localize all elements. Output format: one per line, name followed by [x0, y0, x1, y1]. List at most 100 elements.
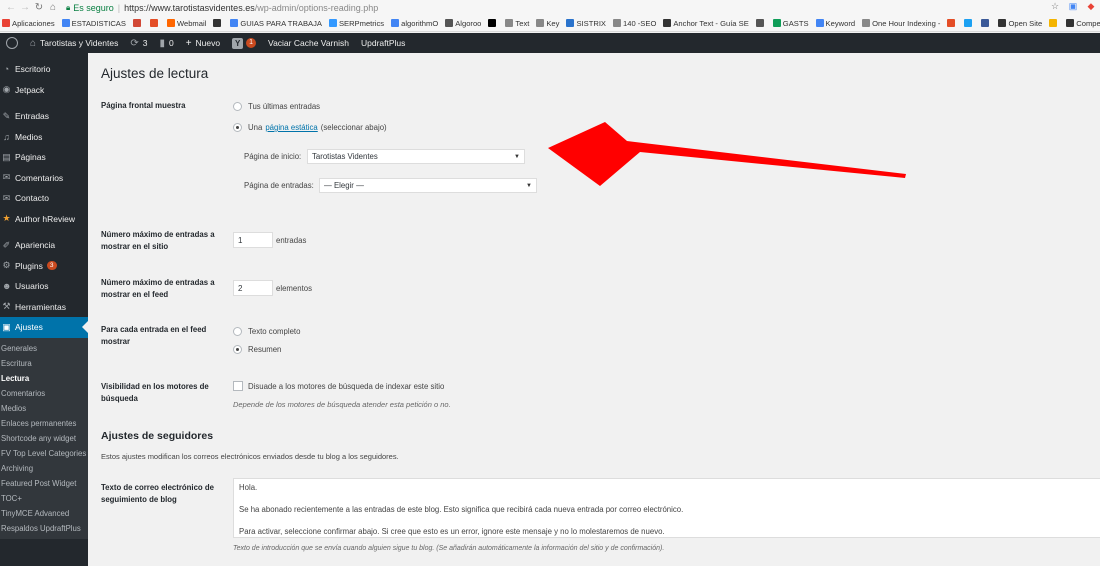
- submenu-tinymce[interactable]: TinyMCE Advanced: [0, 506, 88, 521]
- bookmark-item[interactable]: Anchor Text - Guía SE: [663, 19, 749, 28]
- submenu-enlaces-permanentes[interactable]: Enlaces permanentes: [0, 416, 88, 431]
- discourage-search-checkbox[interactable]: [233, 381, 243, 391]
- submenu-comentarios[interactable]: Comentarios: [0, 386, 88, 401]
- site-name-menu[interactable]: ⌂ Tarotistas y Videntes: [24, 33, 124, 53]
- settings-submenu: Generales Escritura Lectura Comentarios …: [0, 337, 88, 539]
- email-text-help: Texto de introducción que se envía cuand…: [233, 545, 665, 552]
- static-page-link[interactable]: página estática: [265, 123, 317, 132]
- bookmark-item[interactable]: One Hour Indexing -: [862, 19, 940, 28]
- bookmark-item[interactable]: [132, 19, 143, 27]
- sidebar-item-entradas[interactable]: ✎ Entradas: [0, 106, 88, 127]
- radio-static-page-circle[interactable]: [233, 123, 242, 132]
- posts-per-page-input[interactable]: 1: [233, 232, 273, 248]
- submenu-medios[interactable]: Medios: [0, 401, 88, 416]
- dashboard-icon: ◔: [3, 64, 10, 75]
- bookmark-item[interactable]: Keyword: [815, 19, 855, 28]
- submenu-lectura[interactable]: Lectura: [0, 371, 88, 386]
- bookmark-item[interactable]: ESTADISTICAS: [61, 19, 126, 28]
- translate-icon[interactable]: ▣: [1068, 1, 1078, 12]
- forward-icon[interactable]: →: [18, 2, 32, 13]
- plugin-icon: ⚙: [2, 260, 11, 271]
- bookmark-item[interactable]: Webmail: [166, 19, 206, 28]
- home-icon[interactable]: ⌂: [46, 2, 60, 13]
- new-content-menu[interactable]: + Nuevo: [180, 33, 226, 53]
- submenu-updraftplus[interactable]: Respaldos UpdraftPlus: [0, 521, 88, 536]
- updraft-menu[interactable]: UpdraftPlus: [355, 33, 411, 53]
- yoast-menu[interactable]: Y1: [226, 33, 262, 53]
- varnish-menu[interactable]: Vaciar Cache Varnish: [262, 33, 355, 53]
- bookmark-favicon-icon: [149, 19, 158, 27]
- bookmark-item[interactable]: Open Site: [998, 19, 1042, 28]
- varnish-label: Vaciar Cache Varnish: [268, 38, 349, 48]
- bookmark-item[interactable]: Key: [536, 19, 559, 28]
- wp-logo-menu[interactable]: [0, 33, 24, 53]
- updraft-label: UpdraftPlus: [360, 38, 406, 48]
- sidebar-item-comentarios[interactable]: ✉ Comentarios: [0, 168, 88, 189]
- sidebar-item-plugins[interactable]: ⚙ Plugins 3: [0, 256, 88, 277]
- bookmark-item[interactable]: Competitor: [1066, 19, 1100, 28]
- email-text-textarea[interactable]: Hola. Se ha abonado recientemente a las …: [233, 478, 1100, 538]
- bookmark-item[interactable]: [981, 19, 991, 27]
- submenu-fv-top-level[interactable]: FV Top Level Categories: [0, 446, 88, 461]
- extension-icon[interactable]: ◆: [1086, 1, 1096, 12]
- bookmark-label: 140 -SEO: [623, 18, 657, 28]
- radio-static-page[interactable]: Una página estática (seleccionar abajo): [233, 123, 387, 132]
- updates-menu[interactable]: ⟳ 3: [124, 33, 153, 53]
- bookmark-item[interactable]: GASTS: [772, 19, 809, 28]
- submenu-toc[interactable]: TOC+: [0, 491, 88, 506]
- bookmark-item[interactable]: SERPmetrics: [328, 19, 384, 28]
- submenu-shortcode-widget[interactable]: Shortcode any widget: [0, 431, 88, 446]
- sidebar-item-usuarios[interactable]: ☻ Usuarios: [0, 276, 88, 297]
- wrench-icon: ⚒: [2, 301, 11, 312]
- bookmark-item[interactable]: Aplicaciones: [2, 19, 55, 28]
- sidebar-item-contacto[interactable]: ✉ Contacto: [0, 188, 88, 209]
- bookmark-item[interactable]: [149, 19, 160, 27]
- bookmark-label: Algoroo: [455, 18, 482, 28]
- visibility-label: Visibilidad en los motores de búsqueda: [101, 382, 209, 403]
- sidebar-item-herramientas[interactable]: ⚒ Herramientas: [0, 297, 88, 318]
- front-page-label: Página frontal muestra: [101, 101, 186, 110]
- page-icon: ▤: [2, 151, 11, 162]
- bookmark-item[interactable]: [488, 19, 498, 27]
- sidebar-item-author-hreview[interactable]: ★ Author hReview: [0, 209, 88, 230]
- address-bar[interactable]: 🔒︎ Es seguro | https://www.tarotistasvid…: [66, 1, 378, 14]
- bookmark-item[interactable]: Algoroo: [445, 19, 481, 28]
- sidebar-item-escritorio[interactable]: ◔ Escritorio: [0, 59, 88, 80]
- bookmark-item[interactable]: algorithmO: [391, 19, 438, 28]
- radio-latest-posts-circle[interactable]: [233, 102, 242, 111]
- bookmark-item[interactable]: SISTRIX: [566, 19, 606, 28]
- comments-menu[interactable]: ▮ 0: [153, 33, 179, 53]
- star-icon: ★: [2, 213, 11, 224]
- submenu-escritura[interactable]: Escritura: [0, 356, 88, 371]
- bookmark-item[interactable]: [1049, 19, 1059, 27]
- radio-summary[interactable]: Resumen: [233, 345, 281, 354]
- home-page-select[interactable]: Tarotistas Videntes ▼: [307, 149, 525, 164]
- subscribers-description: Estos ajustes modifican los correos elec…: [101, 452, 399, 461]
- bookmark-item[interactable]: [964, 19, 974, 27]
- bookmark-item[interactable]: [213, 19, 223, 27]
- bookmark-star-icon[interactable]: ☆: [1050, 1, 1060, 12]
- posts-page-select[interactable]: — Elegir — ▼: [319, 178, 537, 193]
- user-icon: ☻: [2, 281, 12, 292]
- radio-summary-circle[interactable]: [233, 345, 242, 354]
- bookmark-item[interactable]: 140 -SEO: [613, 19, 656, 28]
- reload-icon[interactable]: ↻: [32, 2, 46, 13]
- sidebar-item-paginas[interactable]: ▤ Páginas: [0, 147, 88, 168]
- radio-full-text[interactable]: Texto completo: [233, 327, 300, 336]
- bookmark-item[interactable]: GUIAS PARA TRABAJA: [230, 19, 322, 28]
- back-icon[interactable]: ←: [4, 2, 18, 13]
- sidebar-item-ajustes[interactable]: ▣ Ajustes: [0, 317, 88, 338]
- radio-full-text-circle[interactable]: [233, 327, 242, 336]
- submenu-featured-post-widget[interactable]: Featured Post Widget: [0, 476, 88, 491]
- bookmark-item[interactable]: [947, 19, 957, 27]
- bookmark-item[interactable]: [755, 19, 766, 27]
- submenu-generales[interactable]: Generales: [0, 341, 88, 356]
- posts-per-rss-input[interactable]: 2: [233, 280, 273, 296]
- bookmark-item[interactable]: Text: [505, 19, 529, 28]
- submenu-archiving[interactable]: Archiving: [0, 461, 88, 476]
- sidebar-item-jetpack[interactable]: ◉ Jetpack: [0, 80, 88, 101]
- email-text-label: Texto de correo electrónico de seguimien…: [101, 483, 214, 504]
- radio-latest-posts[interactable]: Tus últimas entradas: [233, 102, 320, 111]
- sidebar-item-medios[interactable]: ♫ Medios: [0, 127, 88, 148]
- sidebar-item-apariencia[interactable]: ✐ Apariencia: [0, 235, 88, 256]
